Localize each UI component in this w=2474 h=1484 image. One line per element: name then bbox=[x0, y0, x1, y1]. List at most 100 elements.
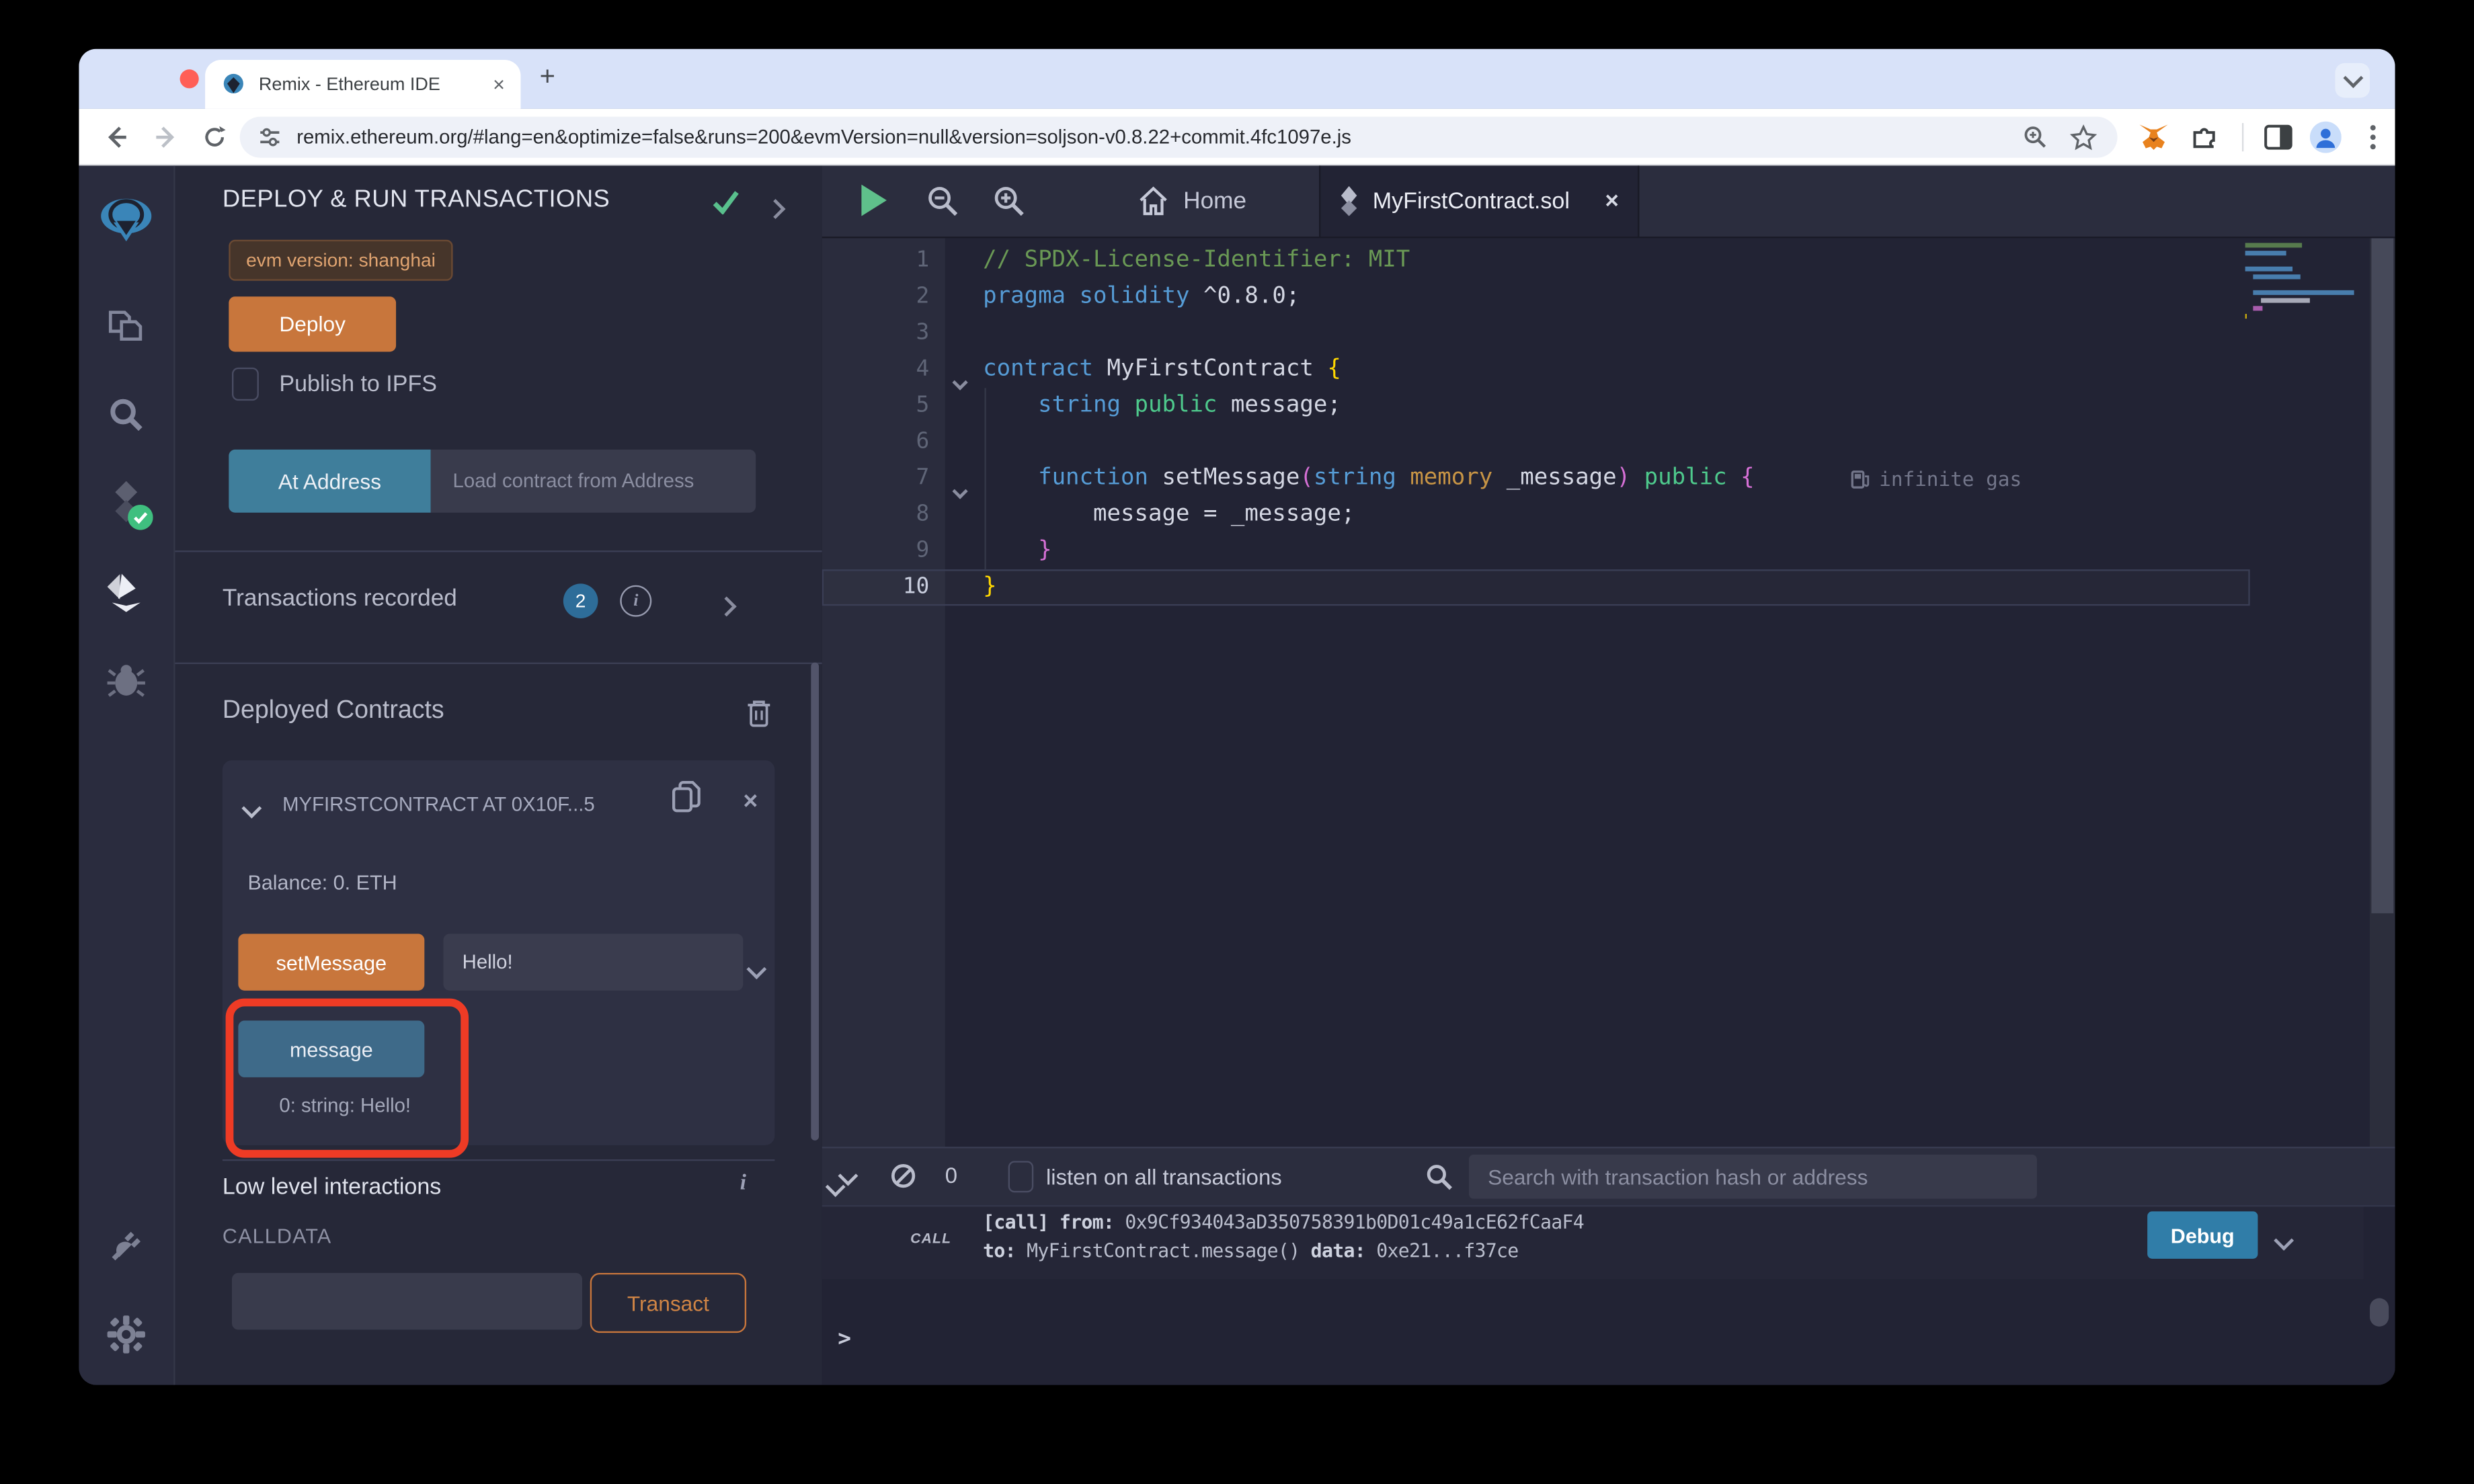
terminal-header: 0 listen on all transactions Search with… bbox=[822, 1149, 2395, 1207]
editor-scroll-thumb[interactable] bbox=[2371, 238, 2393, 913]
contract-collapse-chevron-icon[interactable] bbox=[245, 795, 259, 823]
active-tab-label: MyFirstContract.sol bbox=[1373, 188, 1605, 214]
browser-tab[interactable]: Remix - Ethereum IDE × bbox=[205, 60, 520, 109]
trash-icon[interactable] bbox=[746, 699, 772, 729]
at-address-button[interactable]: At Address bbox=[229, 450, 430, 513]
evm-version-badge: evm version: shanghai bbox=[229, 240, 452, 281]
search-icon[interactable] bbox=[108, 396, 145, 434]
deploy-run-icon[interactable] bbox=[103, 573, 150, 614]
terminal-log-row[interactable]: CALL [call] from: 0x9Cf934043aD350758391… bbox=[822, 1206, 2364, 1279]
zoom-in-icon[interactable] bbox=[992, 185, 1025, 218]
terminal-prompt[interactable]: > bbox=[838, 1327, 851, 1352]
terminal-search-input[interactable]: Search with transaction hash or address bbox=[1469, 1155, 2037, 1199]
gas-icon bbox=[1851, 468, 1872, 489]
back-icon[interactable] bbox=[101, 122, 132, 153]
at-address-input[interactable]: Load contract from Address bbox=[431, 450, 756, 513]
settings-gear-icon[interactable] bbox=[106, 1314, 147, 1355]
ide-content: DEPLOY & RUN TRANSACTIONS evm version: s… bbox=[79, 165, 2395, 1385]
editor-minimap[interactable] bbox=[2242, 243, 2365, 432]
solidity-compiler-icon[interactable] bbox=[106, 479, 147, 526]
code-line[interactable]: 4contract MyFirstContract { bbox=[822, 352, 2395, 388]
code-line[interactable]: 3 bbox=[822, 315, 2395, 352]
compile-success-badge bbox=[128, 505, 153, 530]
terminal-scroll-thumb[interactable] bbox=[2370, 1298, 2389, 1326]
code-line[interactable]: 8 message = _message; bbox=[822, 497, 2395, 533]
panel-divider-3 bbox=[223, 1159, 774, 1161]
terminal-search-icon bbox=[1425, 1163, 1453, 1191]
code-line[interactable]: 1// SPDX-License-Identifier: MIT bbox=[822, 243, 2395, 279]
code-line[interactable]: 9 } bbox=[822, 533, 2395, 569]
log-line-2: to: MyFirstContract.message() data: 0xe2… bbox=[983, 1240, 1518, 1262]
plugin-manager-icon[interactable] bbox=[106, 1226, 147, 1267]
reload-icon[interactable] bbox=[199, 122, 231, 153]
browser-tabstrip: Remix - Ethereum IDE × + bbox=[79, 49, 2395, 109]
url-bar[interactable]: remix.ethereum.org/#lang=en&optimize=fal… bbox=[240, 117, 2118, 158]
new-tab-button[interactable]: + bbox=[540, 62, 555, 93]
deploy-button[interactable]: Deploy bbox=[229, 296, 396, 352]
traffic-close-button[interactable] bbox=[180, 69, 199, 88]
tab-search-chevron-icon[interactable] bbox=[2335, 63, 2370, 98]
url-text: remix.ethereum.org/#lang=en&optimize=fal… bbox=[296, 126, 1351, 149]
editor-region: Home MyFirstContract.sol × 1// SPDX-Lice… bbox=[822, 165, 2395, 1385]
low-level-info-icon[interactable]: i bbox=[740, 1172, 746, 1198]
panel-divider bbox=[175, 550, 822, 552]
contract-close-icon[interactable]: × bbox=[743, 788, 758, 817]
code-line[interactable]: 5 string public message; bbox=[822, 388, 2395, 424]
transactions-info-icon[interactable]: i bbox=[620, 585, 651, 617]
zoom-icon[interactable] bbox=[2020, 122, 2051, 153]
terminal: 0 listen on all transactions Search with… bbox=[822, 1147, 2395, 1385]
browser-menu-dots-icon[interactable] bbox=[2357, 122, 2389, 153]
bookmark-star-icon[interactable] bbox=[2067, 122, 2098, 153]
site-settings-icon[interactable] bbox=[259, 126, 281, 149]
log-line-1: [call] from: 0x9Cf934043aD350758391b0D01… bbox=[983, 1211, 1584, 1233]
panel-check-icon bbox=[711, 190, 740, 215]
deployed-contracts-title: Deployed Contracts bbox=[223, 697, 444, 725]
remix-favicon bbox=[221, 72, 247, 97]
publish-ipfs-checkbox[interactable] bbox=[232, 368, 259, 401]
zoom-out-icon[interactable] bbox=[926, 185, 959, 218]
publish-ipfs-label: Publish to IPFS bbox=[279, 372, 437, 398]
deployed-contract-card: MYFIRSTCONTRACT AT 0X10F...5 × Balance: … bbox=[223, 760, 774, 1145]
side-panel-icon[interactable] bbox=[2262, 122, 2294, 153]
transactions-expand-chevron-icon[interactable] bbox=[719, 593, 733, 621]
code-line[interactable]: 2pragma solidity ^0.8.0; bbox=[822, 279, 2395, 315]
call-badge: CALL bbox=[910, 1231, 951, 1246]
annotation-highlight-box bbox=[226, 999, 469, 1158]
debugger-bug-icon[interactable] bbox=[106, 663, 147, 700]
extensions-puzzle-icon[interactable] bbox=[2188, 122, 2220, 153]
metamask-icon[interactable] bbox=[2138, 122, 2169, 153]
setmessage-expand-chevron-icon[interactable] bbox=[750, 956, 764, 984]
run-script-play-icon[interactable] bbox=[861, 185, 887, 216]
setmessage-input[interactable]: Hello! bbox=[443, 934, 743, 990]
home-tab[interactable]: Home bbox=[1138, 165, 1246, 237]
solidity-file-icon bbox=[1340, 186, 1359, 216]
browser-window: Remix - Ethereum IDE × + remix.ethereum.… bbox=[79, 49, 2395, 1385]
code-line[interactable]: 10} bbox=[822, 569, 2395, 606]
gas-annotation: infinite gas bbox=[1851, 460, 2022, 497]
deploy-run-panel: DEPLOY & RUN TRANSACTIONS evm version: s… bbox=[175, 165, 822, 1385]
clear-console-icon[interactable] bbox=[891, 1164, 915, 1188]
contract-title[interactable]: MYFIRSTCONTRACT AT 0X10F...5 bbox=[282, 793, 648, 815]
calldata-input[interactable] bbox=[232, 1273, 582, 1329]
transact-button[interactable]: Transact bbox=[590, 1273, 746, 1333]
code-line[interactable]: 6 bbox=[822, 424, 2395, 460]
copy-address-icon[interactable] bbox=[672, 781, 701, 814]
setmessage-button[interactable]: setMessage bbox=[238, 934, 424, 990]
terminal-collapse-icon[interactable] bbox=[841, 1163, 855, 1191]
profile-avatar[interactable] bbox=[2310, 122, 2342, 153]
home-icon bbox=[1138, 186, 1169, 216]
active-file-tab[interactable]: MyFirstContract.sol × bbox=[1319, 165, 1639, 237]
code-line[interactable]: 7 function setMessage(string memory _mes… bbox=[822, 460, 2395, 497]
panel-collapse-chevron-icon[interactable] bbox=[768, 196, 783, 224]
code-editor[interactable]: 1// SPDX-License-Identifier: MIT2pragma … bbox=[822, 238, 2395, 1147]
tab-close-icon[interactable]: × bbox=[493, 73, 505, 96]
panel-scrollbar[interactable] bbox=[811, 663, 819, 1141]
tab-close-icon[interactable]: × bbox=[1605, 188, 1619, 214]
contract-balance: Balance: 0. ETH bbox=[247, 870, 397, 894]
listen-transactions-checkbox[interactable] bbox=[1008, 1161, 1034, 1192]
icon-rail bbox=[79, 165, 175, 1385]
forward-icon[interactable] bbox=[150, 122, 182, 153]
editor-scroll-track[interactable] bbox=[2370, 238, 2395, 1147]
file-explorer-icon[interactable] bbox=[106, 308, 147, 345]
screenshot-stage: Remix - Ethereum IDE × + remix.ethereum.… bbox=[0, 0, 2474, 1484]
